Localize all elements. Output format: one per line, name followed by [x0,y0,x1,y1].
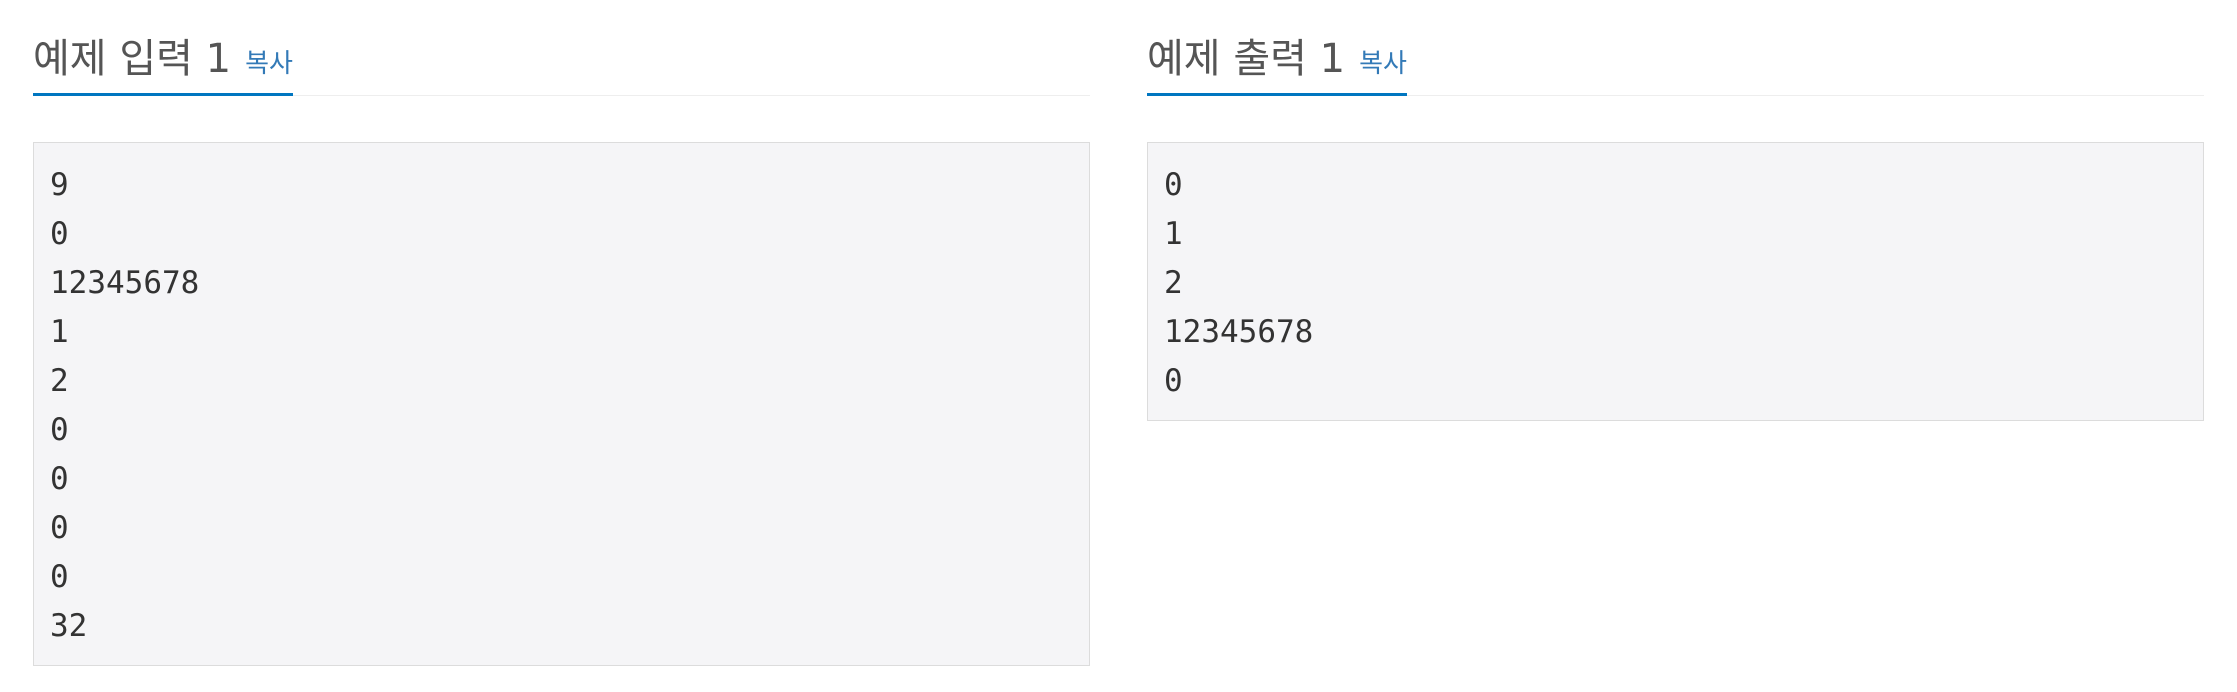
sample-output-line: 12345678 [1164,314,1314,350]
sample-output-box[interactable]: 0 1 2 12345678 0 [1147,142,2204,421]
sample-output-line: 1 [1164,216,1183,252]
sample-input-section: 예제 입력 1 복사 9 0 12345678 1 2 0 0 0 0 32 [33,0,1090,666]
sample-output-line: 0 [1164,167,1183,203]
sample-input-title: 예제 입력 1 [33,36,232,82]
sample-input-line: 0 [50,461,69,497]
sample-output-section: 예제 출력 1 복사 0 1 2 12345678 0 [1147,0,2204,421]
sample-output-headline-underline: 예제 출력 1 복사 [1147,1,1407,96]
sample-input-line: 12345678 [50,265,200,301]
sample-input-headline-underline: 예제 입력 1 복사 [33,1,293,96]
sample-input-line: 0 [50,216,69,252]
sample-output-title: 예제 출력 1 [1147,36,1346,82]
sample-input-box[interactable]: 9 0 12345678 1 2 0 0 0 0 32 [33,142,1090,666]
sample-input-line: 0 [50,559,69,595]
sample-input-line: 32 [50,608,88,644]
sample-output-line: 0 [1164,363,1183,399]
sample-input-line: 0 [50,412,69,448]
sample-input-line: 2 [50,363,69,399]
sample-output-line: 2 [1164,265,1183,301]
sample-input-headline: 예제 입력 1 복사 [33,0,1090,96]
sample-input-line: 0 [50,510,69,546]
sample-input-line: 9 [50,167,69,203]
copy-input-button[interactable]: 복사 [245,51,293,77]
sample-output-headline: 예제 출력 1 복사 [1147,0,2204,96]
sample-input-line: 1 [50,314,69,350]
copy-output-button[interactable]: 복사 [1359,51,1407,77]
